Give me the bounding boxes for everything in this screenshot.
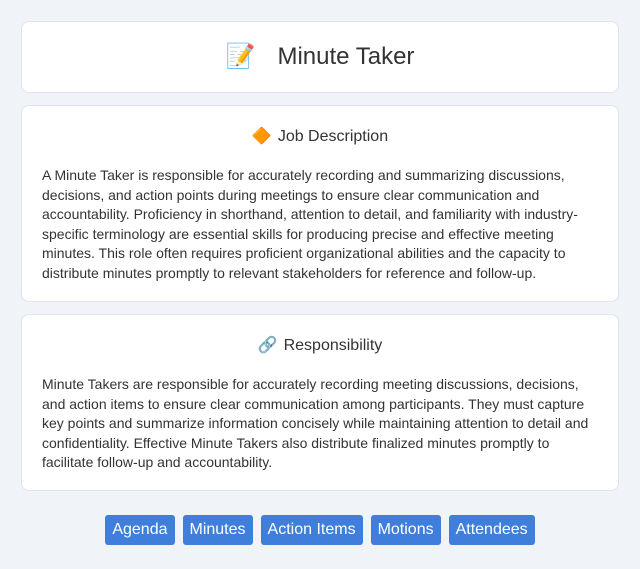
title-card: 📝 Minute Taker bbox=[21, 21, 619, 93]
job-description-heading: 🔶 Job Description bbox=[42, 127, 598, 147]
memo-icon: 📝 bbox=[225, 43, 256, 70]
responsibility-heading: 🔗 Responsibility bbox=[42, 336, 598, 356]
job-description-text: A Minute Taker is responsible for accura… bbox=[42, 167, 578, 281]
responsibility-card: 🔗 Responsibility Minute Takers are respo… bbox=[21, 314, 619, 491]
tag-minutes[interactable]: Minutes bbox=[182, 515, 253, 545]
tag-action-items[interactable]: Action Items bbox=[260, 515, 363, 545]
tag-list: Agenda Minutes Action Items Motions Atte… bbox=[0, 515, 640, 545]
page-title: Minute Taker bbox=[277, 43, 415, 70]
job-description-title: Job Description bbox=[277, 128, 389, 145]
responsibility-text: Minute Takers are responsible for accura… bbox=[42, 376, 589, 470]
job-description-card: 🔶 Job Description A Minute Taker is resp… bbox=[21, 105, 619, 302]
tag-motions[interactable]: Motions bbox=[370, 515, 441, 545]
tag-attendees[interactable]: Attendees bbox=[448, 515, 535, 545]
link-icon: 🔗 bbox=[257, 337, 278, 354]
tag-agenda[interactable]: Agenda bbox=[105, 515, 175, 545]
diamond-icon: 🔶 bbox=[251, 128, 272, 145]
responsibility-title: Responsibility bbox=[283, 337, 383, 354]
